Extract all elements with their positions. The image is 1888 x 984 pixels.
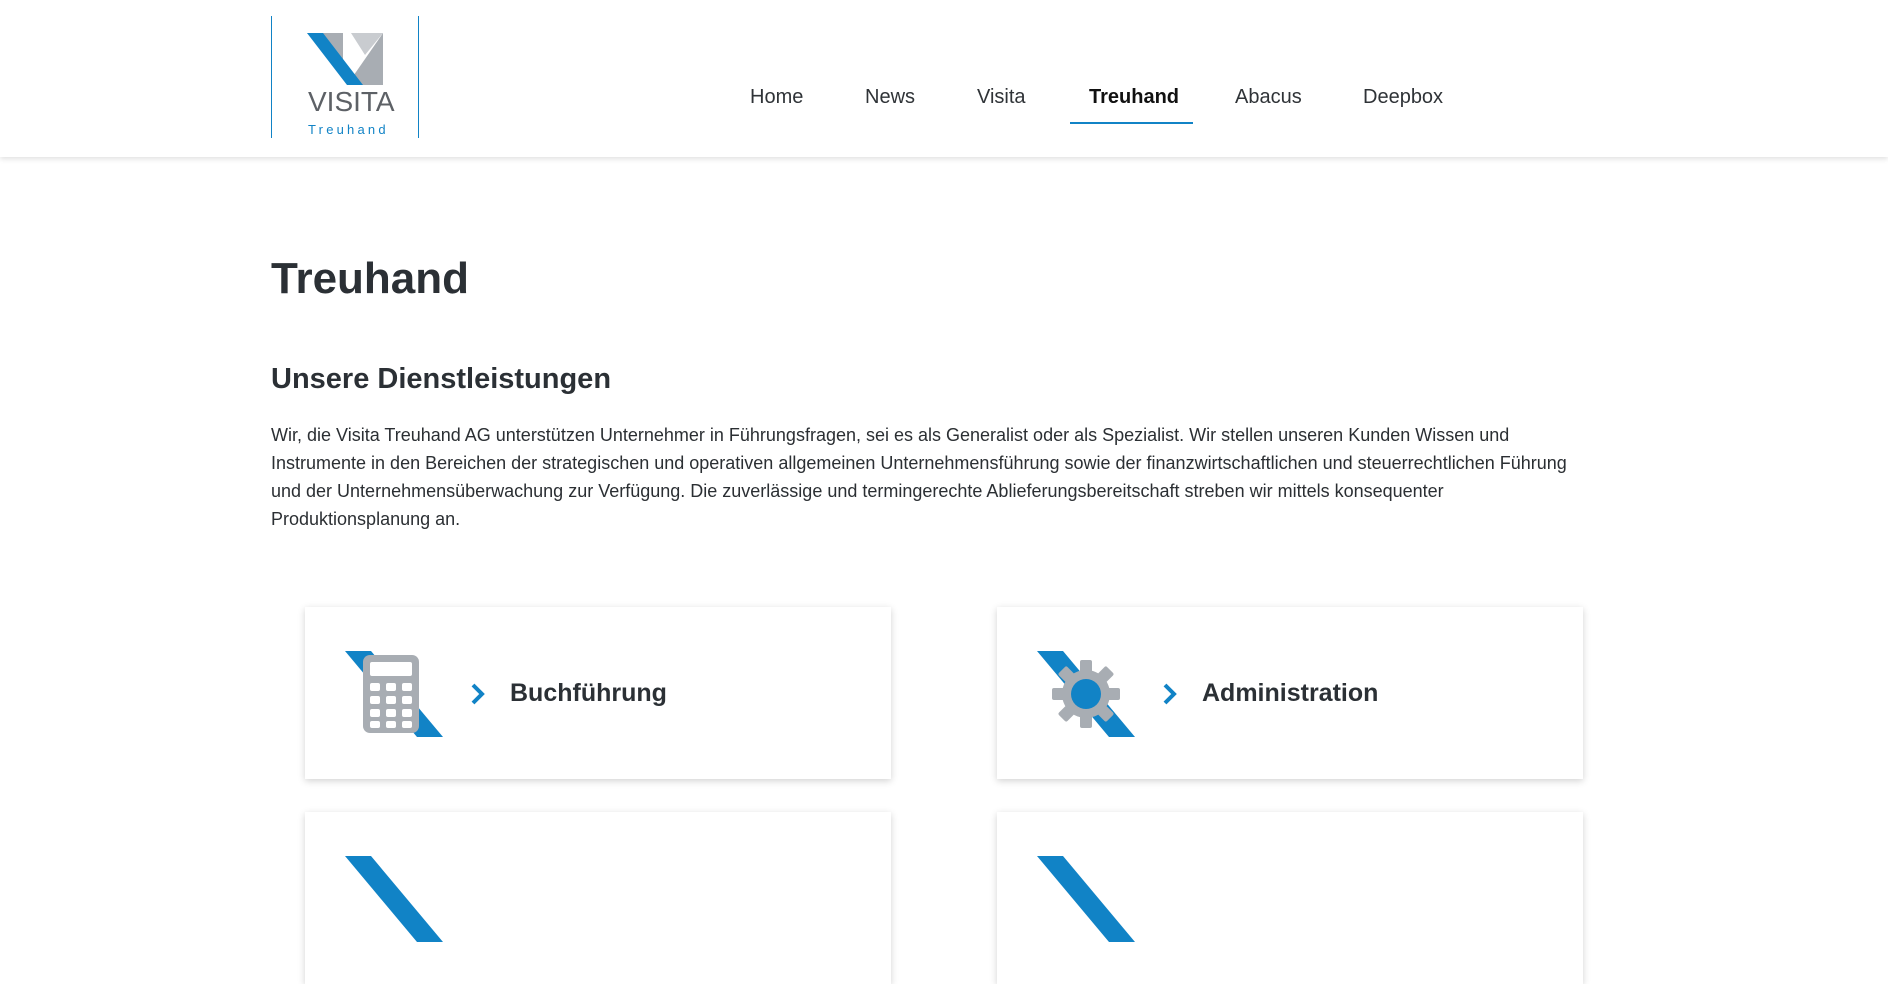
logo-wordmark: VISITA bbox=[308, 86, 395, 117]
nav-abacus[interactable]: Abacus bbox=[1235, 86, 1302, 109]
service-card-label: Administration bbox=[1202, 679, 1379, 707]
service-card-administration[interactable]: Administration bbox=[997, 607, 1583, 779]
service-card-label: Buchführung bbox=[510, 679, 667, 707]
service-card-4[interactable] bbox=[997, 812, 1583, 984]
nav-visita[interactable]: Visita bbox=[977, 86, 1026, 109]
page-title: Treuhand bbox=[271, 254, 470, 303]
nav-news[interactable]: News bbox=[865, 86, 915, 109]
visita-logo[interactable]: VISITA Treuhand bbox=[271, 16, 419, 138]
nav-home[interactable]: Home bbox=[750, 86, 803, 109]
intro-paragraph: Wir, die Visita Treuhand AG unterstützen… bbox=[271, 425, 1567, 529]
service-card-3[interactable] bbox=[305, 812, 891, 984]
section-title: Unsere Dienstleistungen bbox=[271, 363, 612, 395]
service-icon bbox=[345, 856, 443, 942]
site-header: VISITA Treuhand Home News Visita Treuhan… bbox=[0, 0, 1888, 157]
service-card-buchfuehrung[interactable]: Buchführung bbox=[305, 607, 891, 779]
gear-icon bbox=[1037, 651, 1135, 737]
calculator-icon bbox=[345, 651, 443, 737]
service-icon bbox=[1037, 856, 1135, 942]
chevron-right-icon bbox=[1163, 683, 1177, 705]
active-nav-indicator bbox=[1070, 122, 1193, 124]
nav-treuhand[interactable]: Treuhand bbox=[1089, 86, 1179, 109]
chevron-right-icon bbox=[471, 683, 485, 705]
logo-subtitle: Treuhand bbox=[308, 122, 389, 137]
nav-deepbox[interactable]: Deepbox bbox=[1363, 86, 1443, 109]
logo-mark-icon bbox=[307, 33, 383, 85]
